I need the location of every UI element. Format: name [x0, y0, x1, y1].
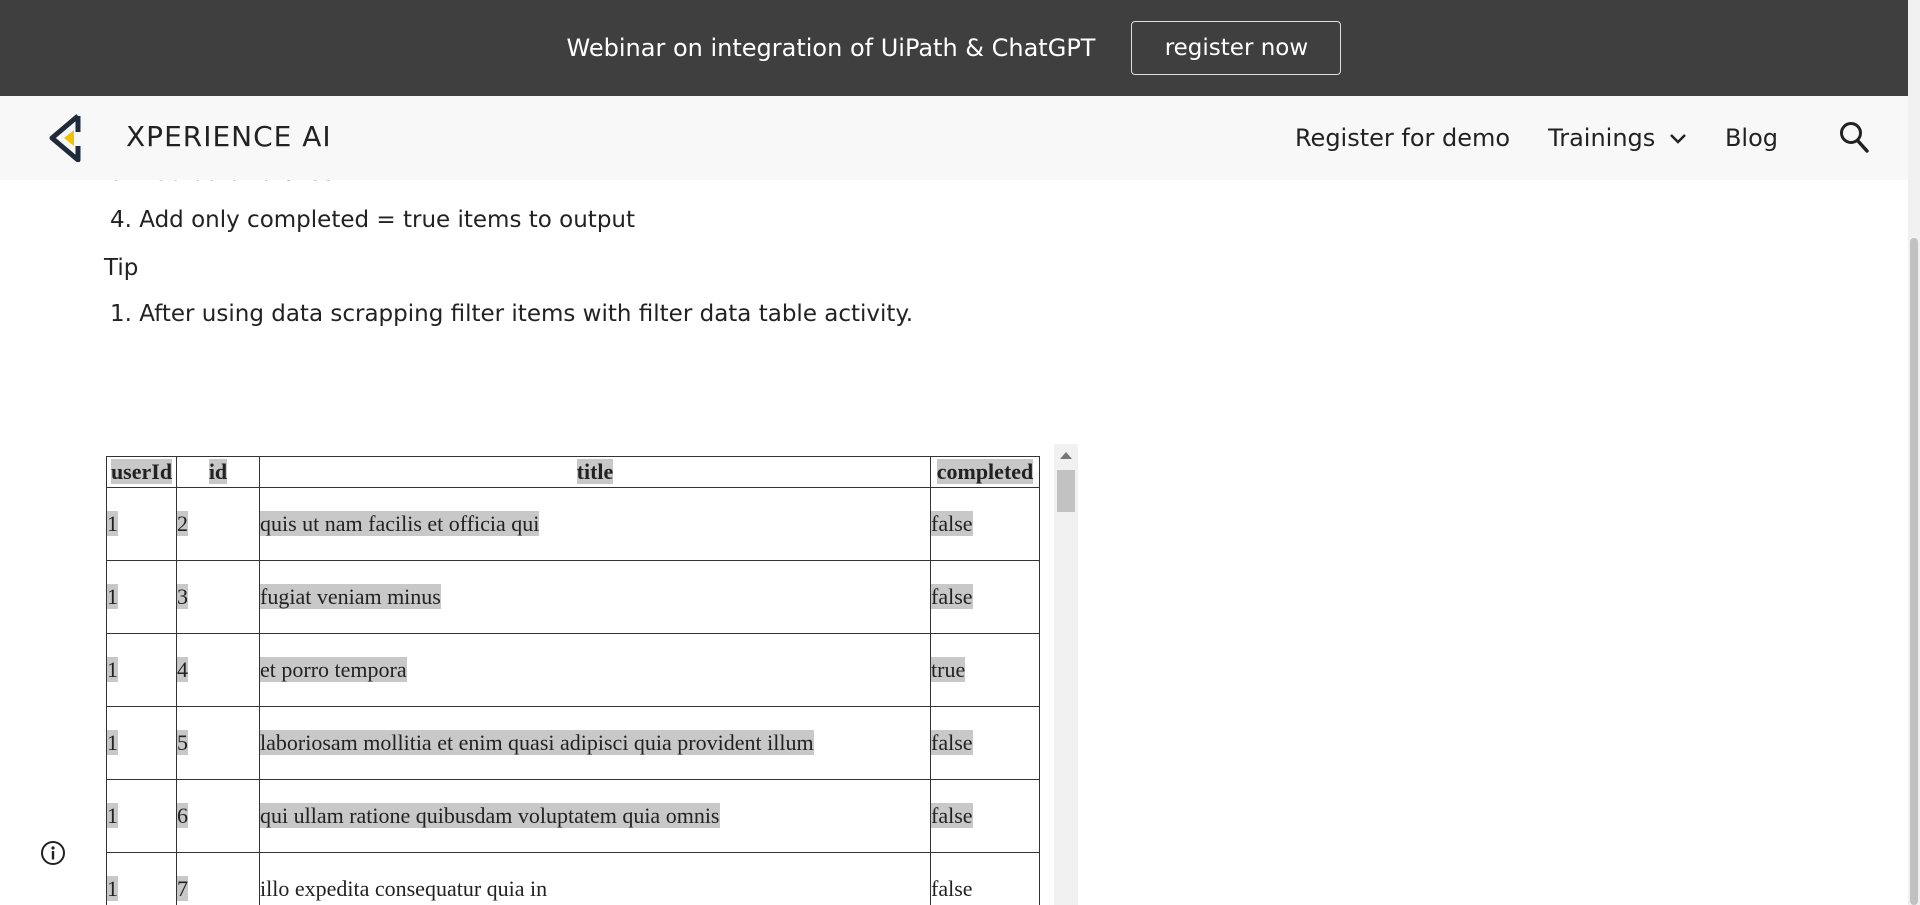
header-title: title — [259, 456, 931, 488]
header-userid: userId — [106, 456, 177, 488]
cell-completed: false — [930, 779, 1040, 853]
nav-trainings-label: Trainings — [1548, 124, 1656, 152]
tip-item-1: 1. After using data scrapping filter ite… — [110, 301, 914, 327]
banner-text: Webinar on integration of UiPath & ChatG… — [566, 34, 1096, 62]
promo-banner: Webinar on integration of UiPath & ChatG… — [0, 0, 1908, 96]
cell-title: quis ut nam facilis et officia qui — [259, 487, 931, 561]
step-4: 4. Add only completed = true items to ou… — [110, 207, 636, 233]
info-icon[interactable] — [40, 840, 66, 866]
cell-completed: false — [930, 706, 1040, 780]
chevron-down-icon — [1670, 134, 1686, 144]
cell-completed: true — [930, 633, 1040, 707]
cell-title: laboriosam mollitia et enim quasi adipis… — [259, 706, 931, 780]
table-embed-frame[interactable]: userId id title completed 1 2 quis ut na… — [104, 444, 1078, 905]
table-row: 1 7 illo expedita consequatur quia in fa… — [106, 852, 1040, 905]
table-scrollbar[interactable] — [1054, 444, 1078, 905]
nav-blog[interactable]: Blog — [1725, 124, 1778, 152]
page-scroll-thumb[interactable] — [1910, 238, 1918, 905]
header-completed: completed — [930, 456, 1040, 488]
nav-register-for-demo[interactable]: Register for demo — [1295, 124, 1510, 152]
cell-completed: false — [930, 852, 1040, 905]
register-now-button[interactable]: register now — [1131, 21, 1342, 75]
cell-userid: 1 — [106, 633, 177, 707]
cell-userid: 1 — [106, 487, 177, 561]
cell-id: 5 — [176, 706, 260, 780]
cell-id: 6 — [176, 779, 260, 853]
cell-title: qui ullam ratione quibusdam voluptatem q… — [259, 779, 931, 853]
table-row: 1 3 fugiat veniam minus false — [106, 560, 1040, 634]
cell-userid: 1 — [106, 706, 177, 780]
brand-name[interactable]: XPERIENCE AI — [126, 120, 332, 153]
site-header: XPERIENCE AI Register for demo Trainings… — [0, 96, 1908, 180]
cell-completed: false — [930, 560, 1040, 634]
search-icon[interactable] — [1838, 120, 1870, 154]
nav-menu: Register for demo Trainings Blog — [1257, 96, 1778, 180]
scroll-up-arrow-icon[interactable] — [1060, 452, 1072, 459]
header-id: id — [176, 456, 260, 488]
todo-table: userId id title completed 1 2 quis ut na… — [106, 456, 1040, 905]
cell-id: 2 — [176, 487, 260, 561]
nav-trainings[interactable]: Trainings — [1548, 124, 1687, 152]
cell-userid: 1 — [106, 560, 177, 634]
cell-title: et porro tempora — [259, 633, 931, 707]
cell-completed: false — [930, 487, 1040, 561]
cell-userid: 1 — [106, 852, 177, 905]
cell-id: 3 — [176, 560, 260, 634]
cell-id: 7 — [176, 852, 260, 905]
table-row: 1 2 quis ut nam facilis et officia qui f… — [106, 487, 1040, 561]
table-row: 1 6 qui ullam ratione quibusdam voluptat… — [106, 779, 1040, 853]
xperience-logo-icon[interactable] — [48, 114, 92, 162]
cell-title: illo expedita consequatur quia in — [259, 852, 931, 905]
tip-heading: Tip — [104, 255, 139, 281]
table-header-row: userId id title completed — [106, 456, 1040, 488]
cell-title: fugiat veniam minus — [259, 560, 931, 634]
page-scrollbar[interactable] — [1908, 0, 1920, 905]
cell-userid: 1 — [106, 779, 177, 853]
cell-id: 4 — [176, 633, 260, 707]
table-row: 1 5 laboriosam mollitia et enim quasi ad… — [106, 706, 1040, 780]
table-scroll-thumb[interactable] — [1057, 470, 1075, 512]
table-row: 1 4 et porro tempora true — [106, 633, 1040, 707]
